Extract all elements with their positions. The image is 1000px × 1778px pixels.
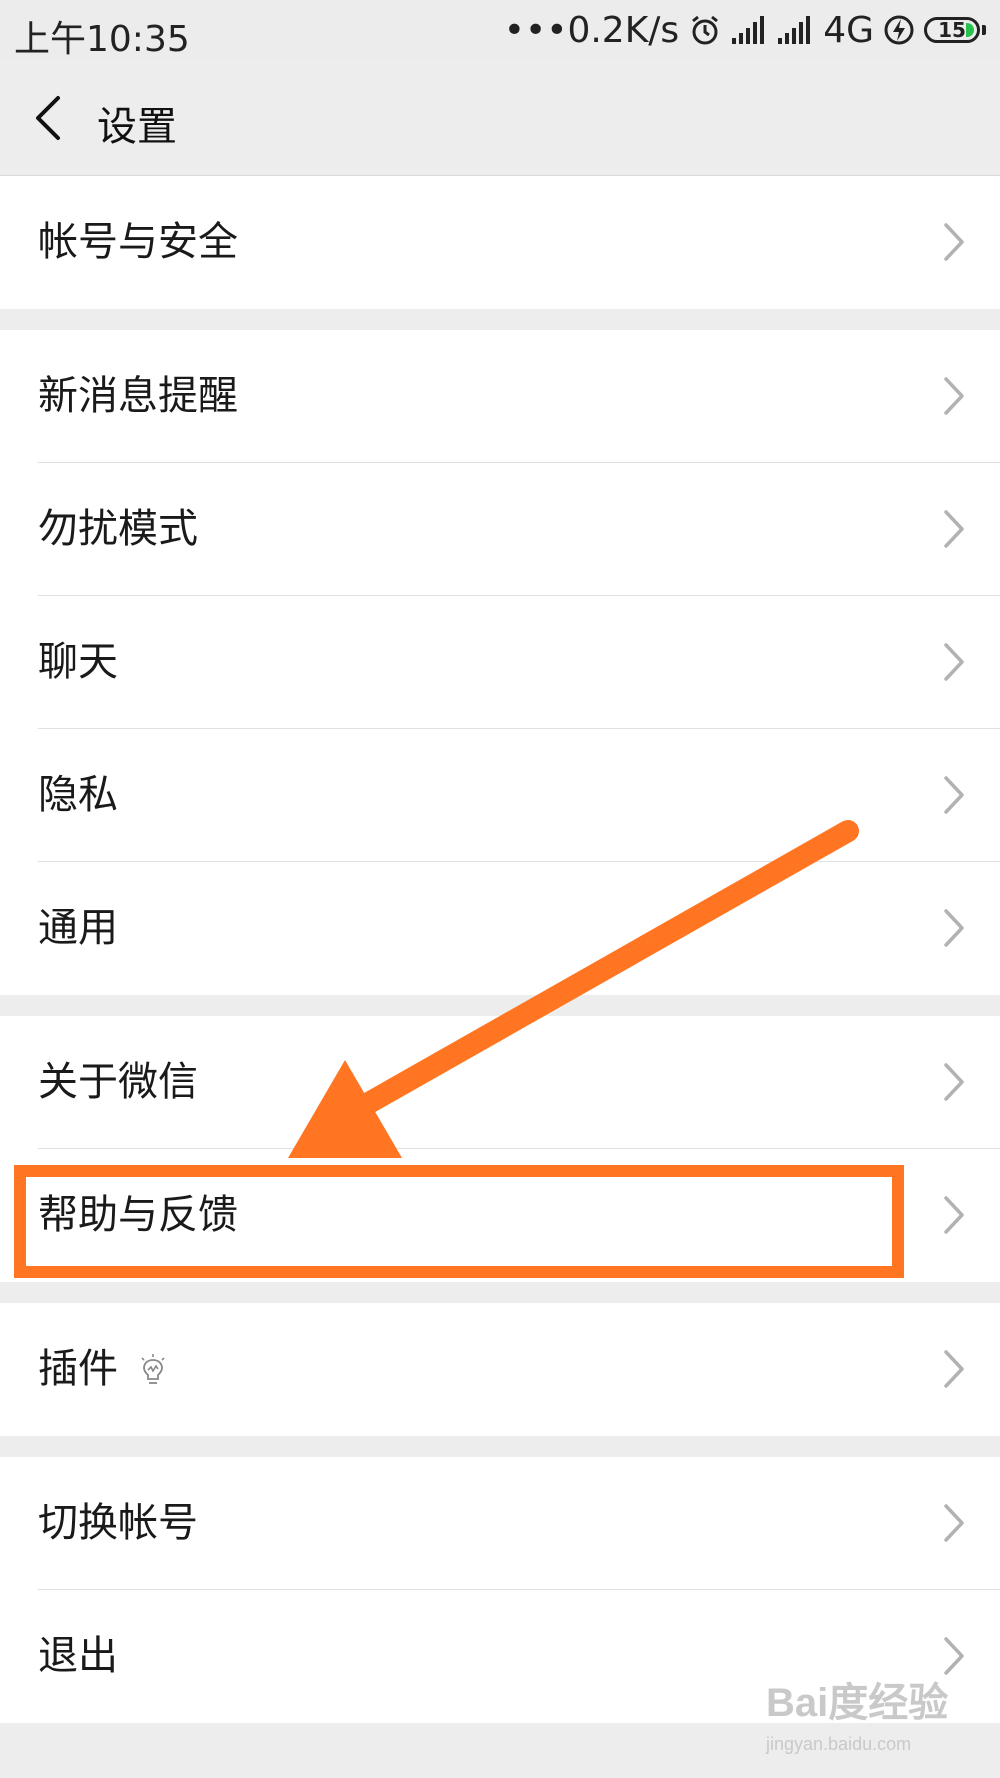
settings-item-help-feedback[interactable]: 帮助与反馈 bbox=[0, 1149, 1000, 1282]
chevron-right-icon bbox=[944, 510, 964, 548]
signal-icon bbox=[731, 16, 767, 44]
battery-tip bbox=[982, 25, 986, 35]
settings-item-about-wechat[interactable]: 关于微信 bbox=[0, 1016, 1000, 1149]
settings-item-plugins[interactable]: 插件 bbox=[0, 1303, 1000, 1436]
settings-item-label: 帐号与安全 bbox=[38, 219, 238, 265]
settings-item-label: 隐私 bbox=[38, 772, 118, 818]
chevron-right-icon bbox=[944, 1504, 964, 1542]
chevron-right-icon bbox=[944, 909, 964, 947]
status-icons: •••0.2K/s 4G 15 bbox=[504, 8, 986, 52]
chevron-right-icon bbox=[944, 1350, 964, 1388]
watermark: Bai度经验 jingyan.baidu.com bbox=[766, 1670, 976, 1760]
settings-item-account-security[interactable]: 帐号与安全 bbox=[0, 176, 1000, 309]
chevron-right-icon bbox=[944, 223, 964, 261]
status-time: 上午10:35 bbox=[14, 19, 190, 60]
settings-item-label: 帮助与反馈 bbox=[38, 1192, 238, 1238]
settings-item-switch-account[interactable]: 切换帐号 bbox=[0, 1457, 1000, 1590]
alarm-icon bbox=[689, 14, 721, 46]
chevron-right-icon bbox=[944, 1063, 964, 1101]
settings-item-privacy[interactable]: 隐私 bbox=[0, 729, 1000, 862]
page-title: 设置 bbox=[97, 104, 177, 150]
battery-icon: 15 bbox=[924, 17, 980, 43]
watermark-logo: Bai度经验 bbox=[766, 1681, 949, 1725]
settings-item-chat[interactable]: 聊天 bbox=[0, 596, 1000, 729]
chevron-right-icon bbox=[944, 1196, 964, 1234]
settings-group-general: 新消息提醒 勿扰模式 聊天 隐私 通用 bbox=[0, 330, 1000, 995]
watermark-url: jingyan.baidu.com bbox=[766, 1734, 912, 1754]
settings-item-label: 勿扰模式 bbox=[38, 506, 198, 552]
chevron-left-icon bbox=[36, 96, 60, 140]
network-type: 4G bbox=[823, 9, 874, 51]
settings-group-about: 关于微信 帮助与反馈 bbox=[0, 1016, 1000, 1282]
settings-item-label: 通用 bbox=[38, 905, 118, 951]
battery-level: 15 bbox=[938, 18, 966, 42]
settings-item-notifications[interactable]: 新消息提醒 bbox=[0, 330, 1000, 463]
settings-item-label: 插件 bbox=[38, 1346, 118, 1392]
settings-item-label: 切换帐号 bbox=[38, 1500, 198, 1546]
signal-icon bbox=[777, 16, 813, 44]
settings-item-do-not-disturb[interactable]: 勿扰模式 bbox=[0, 463, 1000, 596]
settings-item-label: 关于微信 bbox=[38, 1059, 198, 1105]
nav-header: 设置 bbox=[0, 60, 1000, 176]
battery-fill bbox=[966, 23, 974, 37]
status-bar: 上午10:35 •••0.2K/s 4G 15 bbox=[0, 0, 1000, 60]
net-speed: •••0.2K/s bbox=[503, 9, 680, 51]
charging-icon bbox=[884, 14, 914, 46]
chevron-right-icon bbox=[944, 377, 964, 415]
lightbulb-icon bbox=[141, 1354, 165, 1384]
chevron-right-icon bbox=[944, 776, 964, 814]
chevron-right-icon bbox=[944, 643, 964, 681]
settings-group-plugins: 插件 bbox=[0, 1303, 1000, 1436]
settings-group-account: 帐号与安全 bbox=[0, 176, 1000, 309]
settings-item-label: 新消息提醒 bbox=[38, 373, 238, 419]
settings-item-general[interactable]: 通用 bbox=[0, 862, 1000, 995]
settings-item-label: 退出 bbox=[38, 1633, 118, 1679]
back-button[interactable] bbox=[28, 90, 76, 146]
settings-item-label: 聊天 bbox=[38, 639, 118, 685]
